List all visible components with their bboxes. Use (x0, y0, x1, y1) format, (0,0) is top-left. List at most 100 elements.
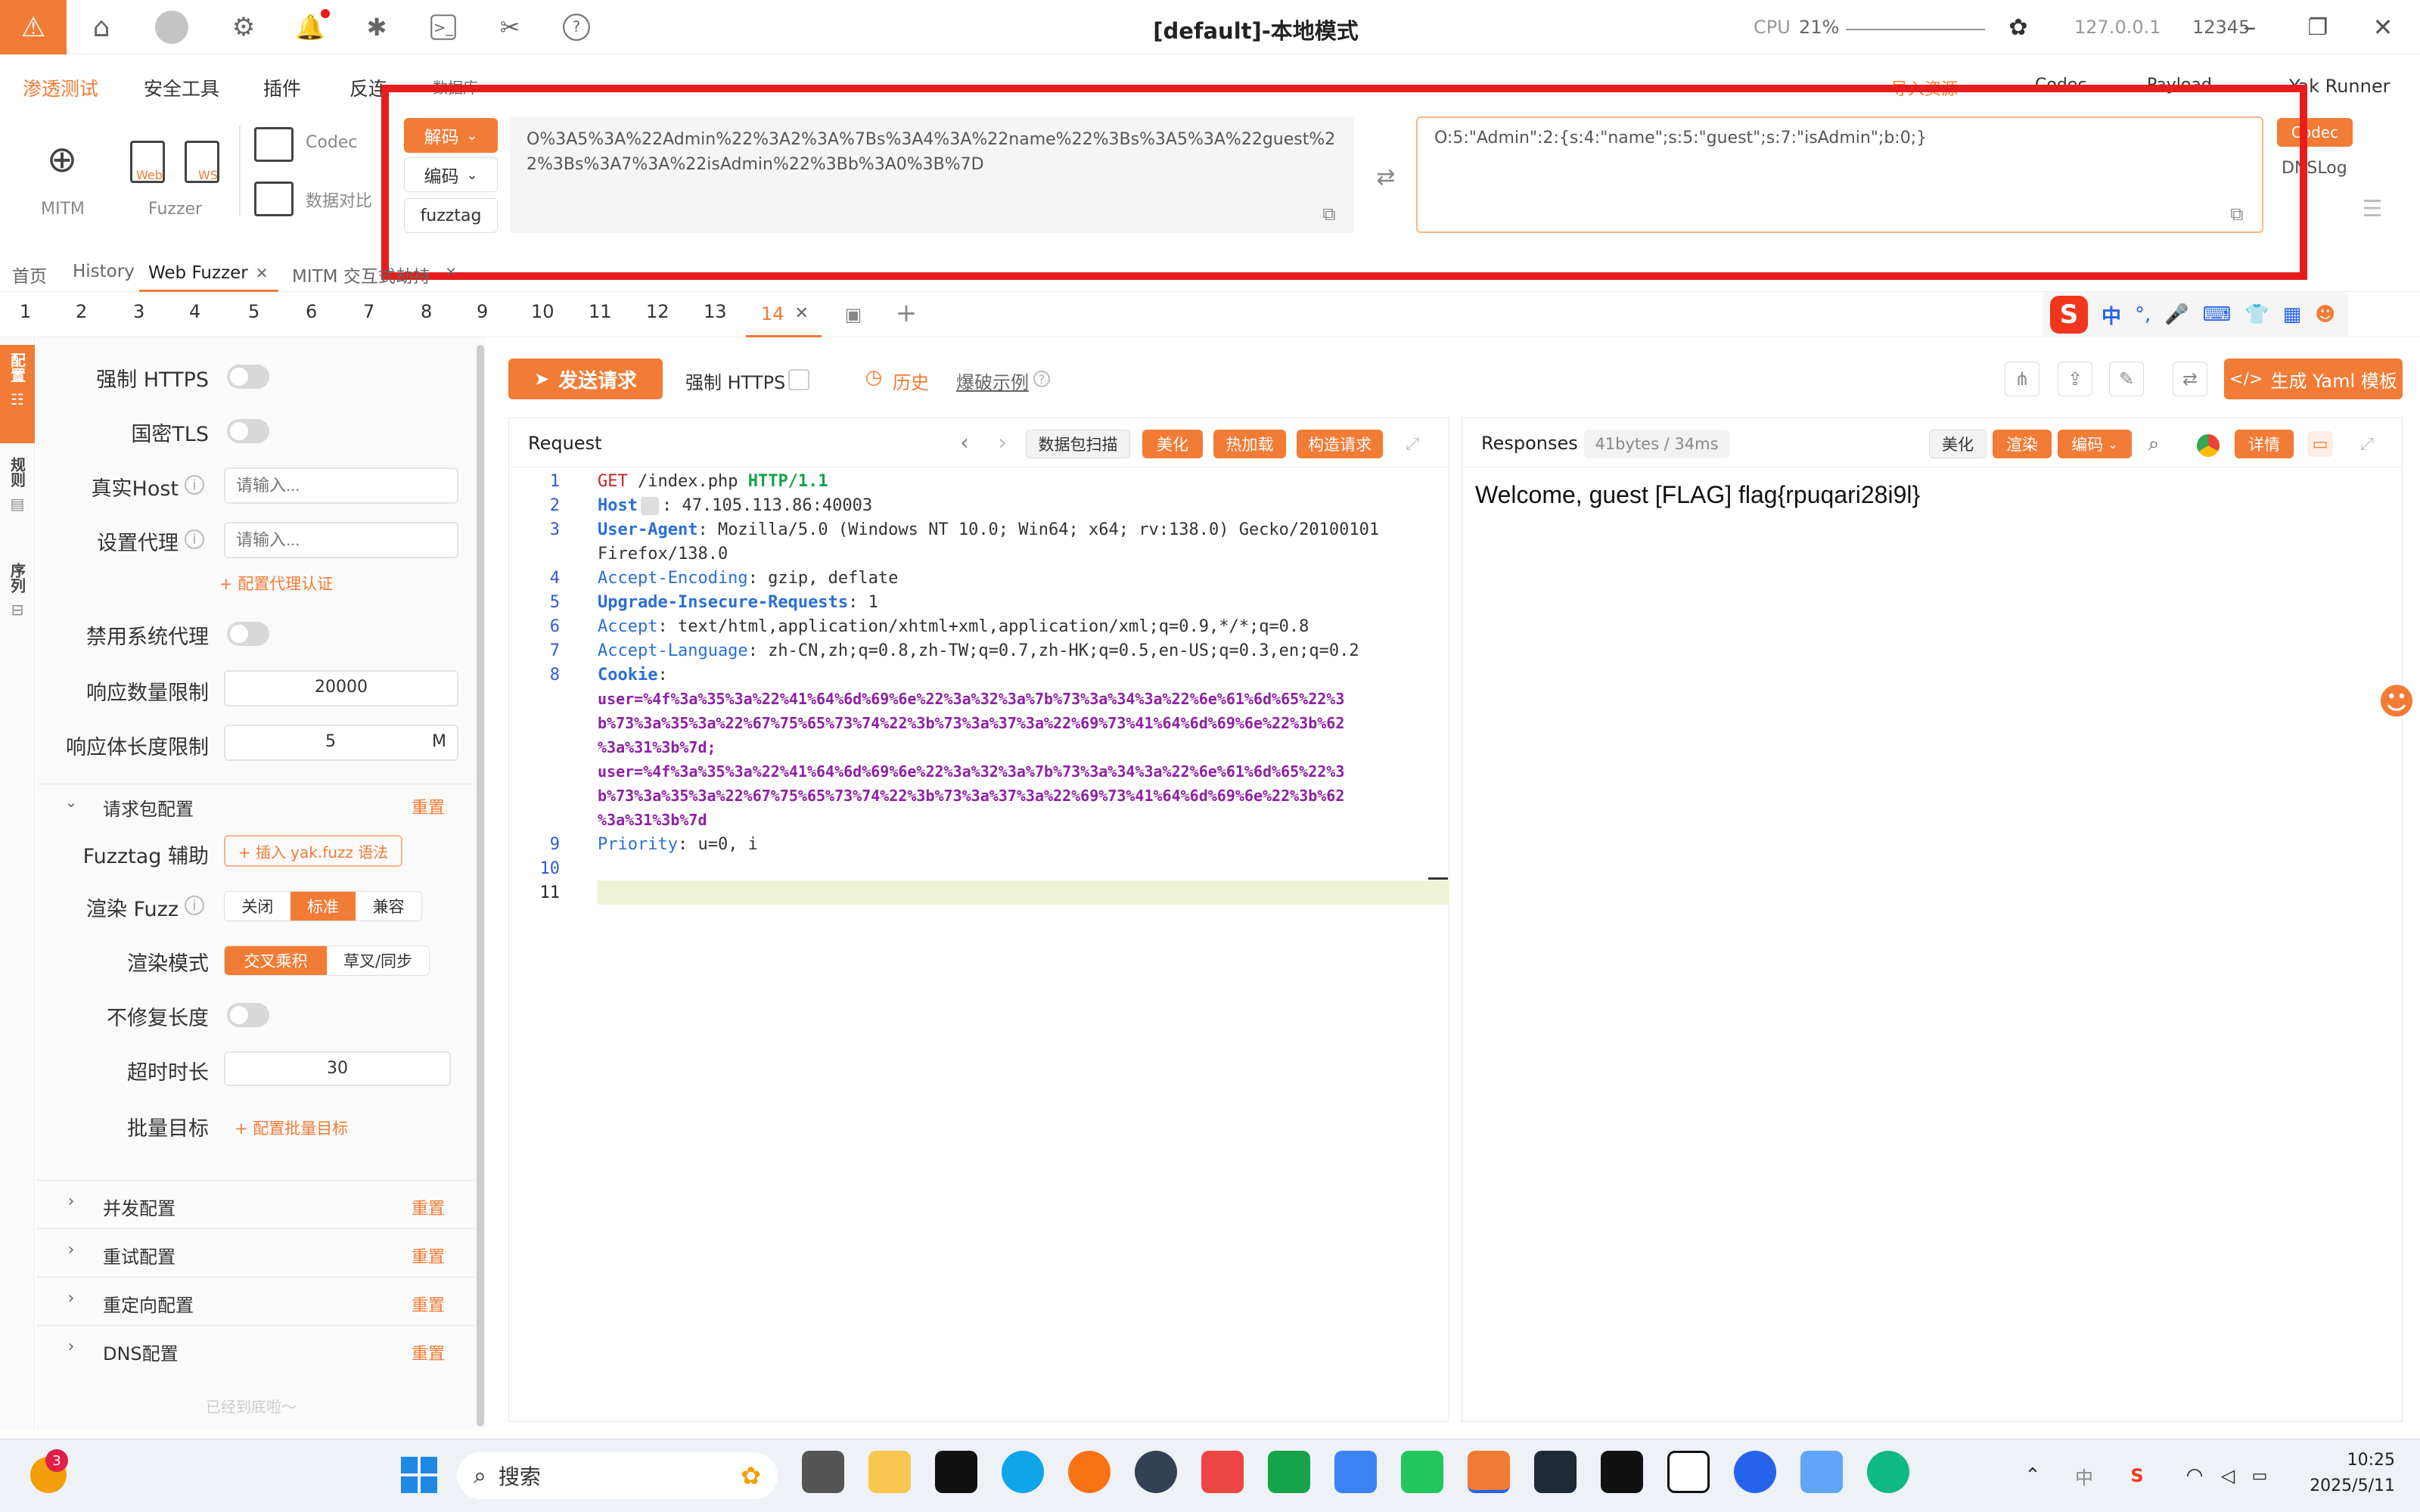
taskview-icon[interactable] (802, 1451, 844, 1493)
gm-tls-toggle[interactable] (227, 419, 269, 443)
num-tab-6[interactable]: 6 (306, 301, 317, 322)
render-mode-cross[interactable]: 交叉乘积 (225, 946, 327, 975)
resp-len-input[interactable]: 5 M (224, 725, 458, 761)
retry-config[interactable]: 重试配置 (103, 1242, 176, 1268)
config-scrollbar[interactable] (477, 345, 484, 1427)
tab-history[interactable]: History (73, 262, 135, 281)
req-pkg-config-title[interactable]: 请求包配置 (103, 794, 194, 821)
close-icon[interactable]: ✕ (256, 264, 269, 282)
cookie-value-line[interactable]: b%73%3a%35%3a%22%67%75%65%73%74%22%3b%73… (598, 787, 1344, 805)
swap-icon[interactable]: ⇄ (2173, 362, 2207, 396)
chat-icon[interactable] (1401, 1451, 1443, 1493)
history-link[interactable]: 历史 (893, 368, 929, 394)
taskbar-time[interactable]: 10:25 (2304, 1451, 2395, 1470)
ime-punct-icon[interactable]: °, (2135, 303, 2151, 326)
ime-tray-icon[interactable]: 中 (2071, 1463, 2097, 1489)
response-encode-button[interactable]: 编码 ⌄ (2058, 430, 2132, 458)
app-k-icon[interactable] (935, 1451, 977, 1493)
yakit-taskbar-icon[interactable] (1468, 1451, 1510, 1493)
wps-icon[interactable] (1201, 1451, 1244, 1493)
generate-yaml-button[interactable]: </> 生成 Yaml 模板 (2224, 359, 2403, 399)
app-circle-icon[interactable] (1135, 1451, 1177, 1493)
ime-chinese-icon[interactable]: 中 (2102, 301, 2121, 329)
real-host-input[interactable] (224, 467, 458, 504)
construct-request-button[interactable]: 构造请求 (1297, 430, 1383, 458)
windows-start-icon[interactable] (401, 1457, 437, 1493)
chevron-right-icon[interactable]: › (62, 1240, 80, 1259)
volume-icon[interactable]: ◁ (2215, 1463, 2241, 1489)
apps-icon[interactable]: ▦ (2283, 303, 2302, 326)
batch-target-link[interactable]: + 配置批量目标 (235, 1116, 348, 1139)
mascot-icon[interactable]: ☻ (2315, 303, 2335, 326)
avatar[interactable] (155, 11, 188, 44)
terminal-icon[interactable]: >_ (430, 14, 456, 40)
header-accept-language[interactable]: Accept-Language: zh-CN,zh;q=0.8,zh-TW;q=… (598, 641, 1359, 660)
app-green-icon[interactable] (1867, 1451, 1909, 1493)
num-tab-8[interactable]: 8 (421, 301, 432, 322)
fullscreen-icon[interactable]: ⤢ (2356, 433, 2378, 455)
compare-tool-icon[interactable] (254, 182, 294, 216)
tools-icon[interactable]: ✂ (492, 9, 528, 45)
sidebar-tab-rules[interactable]: 规则 ▤ (0, 457, 35, 540)
num-tab-10[interactable]: 10 (531, 301, 555, 322)
comment-icon[interactable]: ▭ (2307, 431, 2333, 457)
tab-web-fuzzer[interactable]: Web Fuzzer ✕ (139, 256, 278, 292)
num-tab-9[interactable]: 9 (477, 301, 488, 322)
num-tab-1[interactable]: 1 (20, 301, 31, 322)
render-fuzz-compat[interactable]: 兼容 (356, 892, 421, 921)
mitm-icon[interactable]: ⊕ (30, 133, 94, 186)
disable-sys-proxy-toggle[interactable] (227, 622, 269, 646)
firefox-icon[interactable] (1068, 1451, 1111, 1493)
request-line[interactable]: GET /index.php HTTP/1.1 (598, 472, 828, 491)
history-icon[interactable]: ◷ (862, 366, 885, 389)
taskbar-search[interactable]: ⌕ 搜索 ✿ (457, 1452, 778, 1499)
file-explorer-icon[interactable] (868, 1451, 911, 1493)
close-icon[interactable]: ✕ (2365, 9, 2401, 45)
tab-mitm[interactable]: MITM 交互式劫持 (292, 262, 430, 287)
reset-concurrency[interactable]: 重置 (412, 1195, 445, 1219)
sidebar-tab-config[interactable]: 配置 ☷ (0, 345, 35, 443)
num-tab-3[interactable]: 3 (133, 301, 144, 322)
render-fuzz-standard[interactable]: 标准 (290, 892, 356, 921)
add-tab-icon[interactable]: + (893, 298, 920, 328)
response-body-text[interactable]: Welcome, guest [FLAG] flag{rpuqari28i9l} (1475, 481, 1920, 509)
num-tab-4[interactable]: 4 (189, 301, 200, 322)
cookie-value-line[interactable]: user=%4f%3a%35%3a%22%41%64%6d%69%6e%22%3… (598, 690, 1344, 708)
render-fuzz-off[interactable]: 关闭 (225, 892, 290, 921)
force-https-toggle[interactable] (227, 365, 269, 389)
menu-item-plugins[interactable]: 插件 (263, 74, 301, 101)
tab-home[interactable]: 首页 (12, 262, 47, 287)
mascot-float-icon[interactable]: ☻ (2375, 678, 2418, 726)
beautify-button[interactable]: 美化 (1142, 430, 1203, 458)
chevron-down-icon[interactable]: ⌄ (62, 793, 80, 811)
header-user-agent[interactable]: User-Agent: Mozilla/5.0 (Windows NT 10.0… (598, 520, 1379, 539)
header-host[interactable]: Host: 47.105.113.86:40003 (598, 496, 872, 515)
num-tab-2[interactable]: 2 (76, 301, 87, 322)
gear-icon[interactable]: ⚙ (225, 9, 262, 45)
response-render-button[interactable]: 渲染 (1993, 430, 2052, 458)
header-accept-encoding[interactable]: Accept-Encoding: gzip, deflate (598, 569, 898, 588)
warning-icon[interactable]: ⚠ (0, 0, 67, 54)
app-wave-icon[interactable] (1800, 1451, 1843, 1493)
edit-icon[interactable]: ✎ (2109, 362, 2144, 396)
cloud-icon[interactable] (1334, 1451, 1377, 1493)
reset-retry[interactable]: 重置 (412, 1243, 445, 1268)
close-icon[interactable]: ✕ (442, 262, 460, 283)
cookie-value-line[interactable]: b%73%3a%35%3a%22%67%75%65%73%74%22%3b%73… (598, 714, 1344, 732)
resp-count-input[interactable]: 20000 (224, 670, 458, 706)
sheets-icon[interactable] (1268, 1451, 1310, 1493)
chrome-icon[interactable] (2197, 434, 2220, 457)
chevron-left-icon[interactable]: ‹ (953, 430, 976, 456)
edge-icon[interactable] (1002, 1451, 1044, 1493)
reset-req-pkg[interactable]: 重置 (412, 794, 445, 818)
cookie-value-line[interactable]: %3a%31%3b%7d; (598, 738, 716, 756)
compare-tool-label[interactable]: 数据对比 (306, 188, 372, 212)
taskbar-date[interactable]: 2025/5/11 (2289, 1476, 2395, 1495)
concurrency-config[interactable]: 并发配置 (103, 1194, 176, 1220)
bug-icon[interactable]: ✱ (359, 9, 395, 45)
sidebar-tab-sequence[interactable]: 序列 ⊟ (0, 563, 35, 646)
example-link[interactable]: 爆破示例 (956, 368, 1029, 394)
chevron-up-icon[interactable]: ⌃ (2020, 1463, 2046, 1489)
restore-icon[interactable]: ❐ (2300, 9, 2336, 45)
dns-config[interactable]: DNS配置 (103, 1339, 179, 1365)
